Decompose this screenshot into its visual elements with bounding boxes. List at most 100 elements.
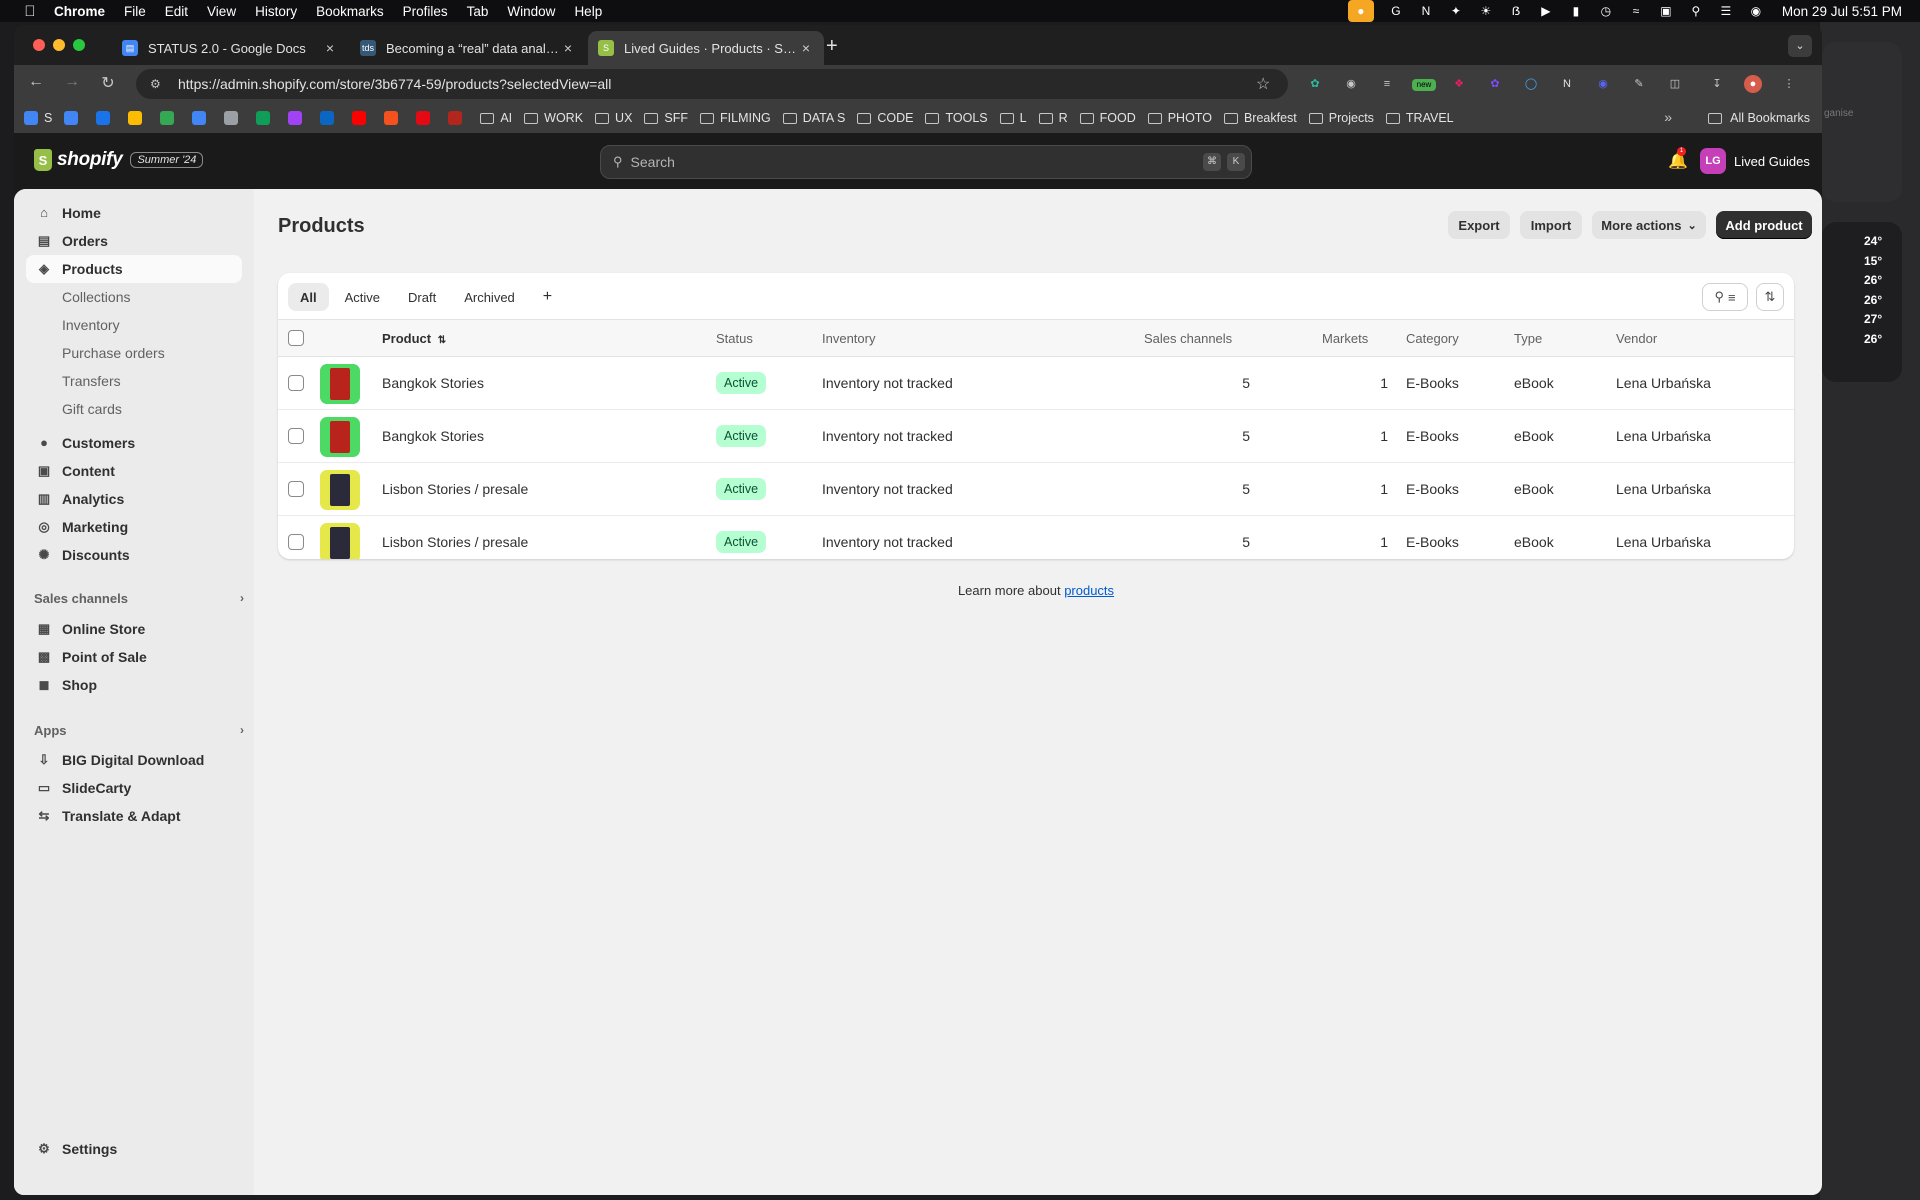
apps-header[interactable]: Apps › [34, 723, 244, 738]
bookmark-item[interactable]: S [24, 111, 52, 125]
bookmarks-overflow-icon[interactable]: » [1664, 109, 1672, 125]
admin-search[interactable]: ⚲ Search ⌘ K [600, 145, 1252, 179]
sidebar-item-translate-adapt[interactable]: ⇆ Translate & Adapt [26, 802, 242, 830]
wifi-icon[interactable]: ≈ [1628, 4, 1644, 18]
sidebar-item-marketing[interactable]: ◎ Marketing [26, 513, 242, 541]
column-header-product[interactable]: Product ⇅ [382, 331, 446, 346]
address-bar[interactable]: ⚙ https://admin.shopify.com/store/3b6774… [136, 69, 1288, 99]
menu-profiles[interactable]: Profiles [403, 4, 448, 19]
spotlight-icon[interactable]: ⚲ [1688, 4, 1704, 18]
row-checkbox[interactable] [288, 481, 304, 497]
bookmark-item[interactable] [384, 111, 404, 125]
bookmark-item[interactable] [160, 111, 180, 125]
sidebar-item-collections[interactable]: Collections [26, 283, 242, 311]
bookmark-item[interactable] [224, 111, 244, 125]
extension-bookmark-icon[interactable]: ❖ [1450, 75, 1468, 93]
zoom-window-button[interactable] [73, 39, 85, 51]
sidebar-item-customers[interactable]: ● Customers [26, 429, 242, 457]
time-machine-icon[interactable]: ◷ [1598, 4, 1614, 18]
browser-tab-active[interactable]: S Lived Guides · Products · Shopify × [588, 31, 824, 65]
bookmark-folder[interactable]: AI [480, 111, 512, 125]
sort-button[interactable]: ⇅ [1756, 283, 1784, 311]
battery-icon[interactable]: ▮ [1568, 4, 1584, 18]
markets-count[interactable]: 1 [1318, 481, 1388, 497]
brightness-icon[interactable]: ☀ [1478, 4, 1494, 18]
notifications-bell-icon[interactable]: 🔔 1 [1668, 147, 1688, 171]
chevron-right-icon[interactable]: › [240, 723, 244, 738]
tab-active[interactable]: Active [333, 283, 392, 311]
sidebar-item-analytics[interactable]: ▥ Analytics [26, 485, 242, 513]
product-name-link[interactable]: Bangkok Stories [382, 375, 484, 391]
forward-arrow-icon[interactable]: → [62, 73, 82, 91]
bookmark-folder[interactable]: FILMING [700, 111, 771, 125]
bookmark-item[interactable] [416, 111, 436, 125]
add-product-button[interactable]: Add product [1716, 211, 1812, 239]
new-tab-plus-icon[interactable]: + [826, 35, 838, 58]
store-menu[interactable]: LG Lived Guides [1700, 148, 1810, 174]
more-actions-button[interactable]: More actions ⌄ [1592, 211, 1706, 239]
address-bar-url[interactable]: https://admin.shopify.com/store/3b6774-5… [178, 76, 1256, 92]
sidebar-item-purchase-orders[interactable]: Purchase orders [26, 339, 242, 367]
bookmark-folder[interactable]: WORK [524, 111, 583, 125]
sidebar-item-big-digital-download[interactable]: ⇩ BIG Digital Download [26, 746, 242, 774]
bookmark-folder[interactable]: TOOLS [925, 111, 988, 125]
bookmark-item[interactable] [448, 111, 468, 125]
notion-icon[interactable]: N [1418, 4, 1434, 18]
slack-icon[interactable]: ✦ [1448, 4, 1464, 18]
grammarly-icon[interactable]: G [1388, 4, 1404, 18]
bookmark-item[interactable] [320, 111, 340, 125]
edition-badge[interactable]: Summer '24 [130, 152, 204, 168]
extensions-puzzle-icon[interactable]: ◫ [1666, 75, 1684, 93]
browser-tab[interactable]: ▤ STATUS 2.0 - Google Docs × [112, 31, 348, 65]
menu-history[interactable]: History [255, 4, 297, 19]
tab-draft[interactable]: Draft [396, 283, 448, 311]
menu-app-name[interactable]: Chrome [54, 4, 105, 19]
close-tab-icon[interactable]: × [322, 40, 338, 56]
bookmark-item[interactable] [256, 111, 276, 125]
bookmark-item[interactable] [64, 111, 84, 125]
sales-channels-header[interactable]: Sales channels › [34, 591, 244, 606]
product-name-link[interactable]: Lisbon Stories / presale [382, 534, 528, 550]
sidebar-item-point-of-sale[interactable]: ▩ Point of Sale [26, 643, 242, 671]
tab-search-chevron-icon[interactable]: ⌄ [1788, 35, 1812, 57]
sales-channels-count[interactable]: 5 [1178, 534, 1250, 550]
extension-puzzle-color-icon[interactable]: ✿ [1486, 75, 1504, 93]
sidebar-item-settings[interactable]: ⚙ Settings [26, 1135, 242, 1163]
table-row[interactable]: Bangkok Stories Active Inventory not track… [278, 410, 1794, 463]
select-all-checkbox[interactable] [288, 330, 304, 346]
extension-new-icon[interactable]: new [1412, 79, 1436, 91]
all-bookmarks[interactable]: All Bookmarks [1708, 103, 1810, 133]
sidebar-item-inventory[interactable]: Inventory [26, 311, 242, 339]
extension-discord-icon[interactable]: ◉ [1594, 75, 1612, 93]
bookmark-item[interactable] [352, 111, 372, 125]
control-center-icon[interactable]: ☰ [1718, 4, 1734, 18]
bookmark-folder[interactable]: UX [595, 111, 632, 125]
menu-edit[interactable]: Edit [165, 4, 188, 19]
menu-view[interactable]: View [207, 4, 236, 19]
menu-window[interactable]: Window [507, 4, 555, 19]
tab-archived[interactable]: Archived [452, 283, 527, 311]
extension-notion-icon[interactable]: N [1558, 75, 1576, 93]
sidebar-item-content[interactable]: ▣ Content [26, 457, 242, 485]
extension-camera-icon[interactable]: ◉ [1342, 75, 1360, 93]
add-view-plus-icon[interactable]: + [531, 283, 564, 311]
bookmark-folder[interactable]: CODE [857, 111, 913, 125]
menu-bookmarks[interactable]: Bookmarks [316, 4, 384, 19]
downloads-icon[interactable]: ↧ [1708, 75, 1726, 93]
bookmark-folder[interactable]: Breakfest [1223, 111, 1297, 125]
extension-list-icon[interactable]: ≡ [1378, 75, 1396, 93]
site-settings-icon[interactable]: ⚙ [150, 77, 166, 91]
reload-icon[interactable]: ↻ [98, 73, 118, 93]
bluetooth-icon[interactable]: ẞ [1508, 4, 1524, 18]
markets-count[interactable]: 1 [1318, 375, 1388, 391]
sidebar-item-gift-cards[interactable]: Gift cards [26, 395, 242, 423]
play-icon[interactable]: ▶ [1538, 4, 1554, 18]
product-name-link[interactable]: Lisbon Stories / presale [382, 481, 528, 497]
row-checkbox[interactable] [288, 428, 304, 444]
chrome-menu-icon[interactable]: ⋮ [1780, 75, 1798, 93]
menu-file[interactable]: File [124, 4, 146, 19]
import-button[interactable]: Import [1520, 211, 1582, 239]
table-row[interactable]: Bangkok Stories Active Inventory not track… [278, 357, 1794, 410]
sidebar-item-orders[interactable]: ▤ Orders [26, 227, 242, 255]
minimize-window-button[interactable] [53, 39, 65, 51]
